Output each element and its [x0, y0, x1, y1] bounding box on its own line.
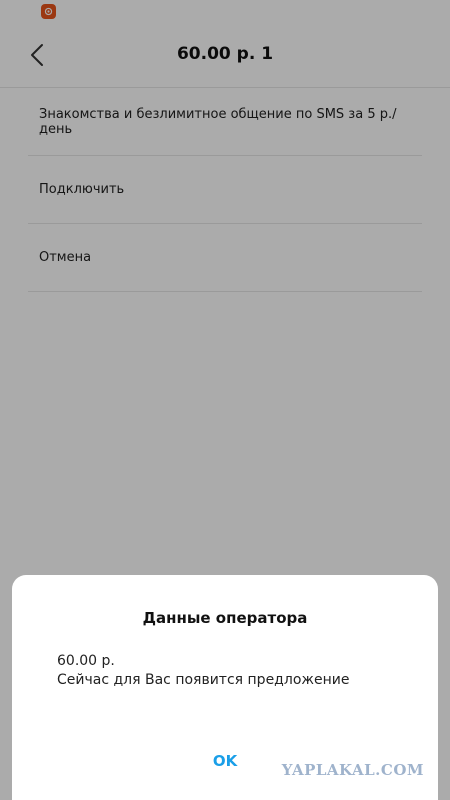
screen: 60.00 р. 1 Знакомства и безлимитное обще…: [0, 0, 450, 800]
dialog-message: 60.00 р. Сейчас для Вас появится предлож…: [57, 652, 407, 690]
dialog-title: Данные оператора: [142, 609, 308, 627]
dialog-message-line-1: 60.00 р.: [57, 653, 115, 669]
watermark: YAPLAKAL.COM: [281, 761, 424, 779]
dialog-message-line-2: Сейчас для Вас появится предложение: [57, 672, 350, 688]
